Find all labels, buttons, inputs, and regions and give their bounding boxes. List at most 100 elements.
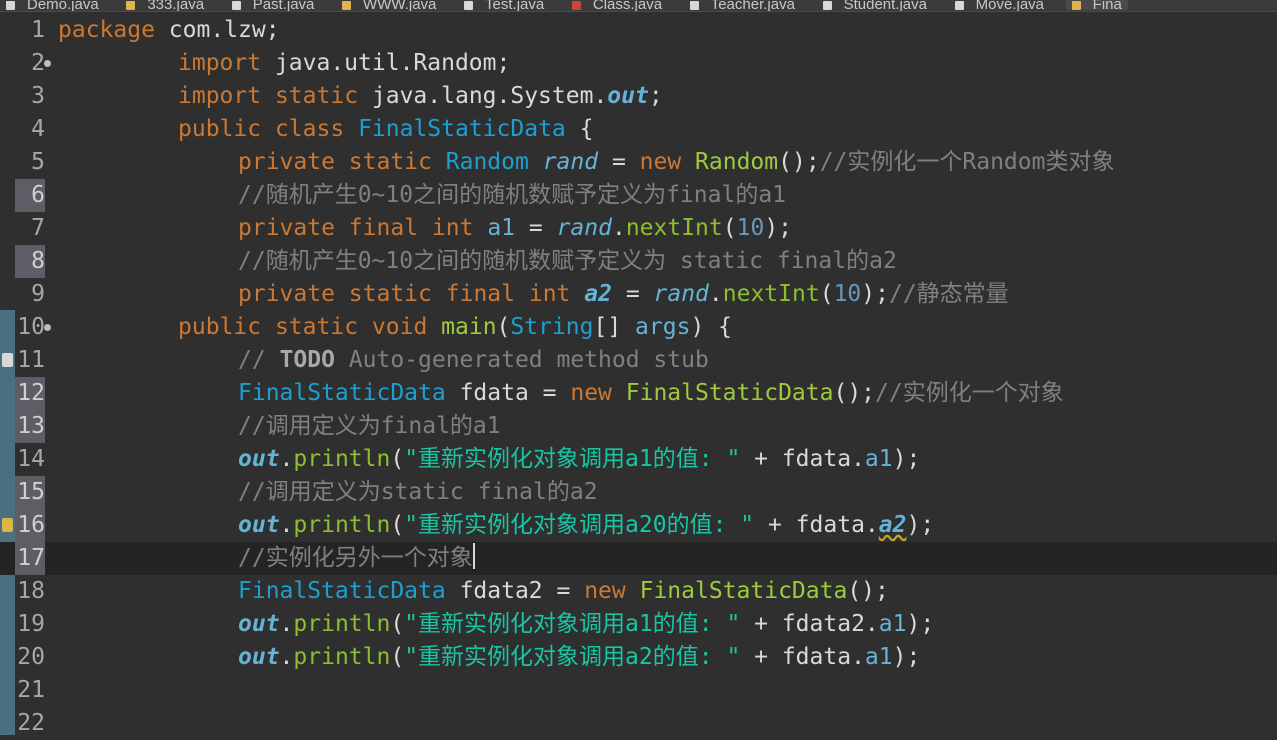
tab-finalstaticdata-java[interactable]: Fina xyxy=(1065,0,1128,11)
keyword: import xyxy=(178,83,262,109)
tab-student-java[interactable]: Student.java xyxy=(817,0,933,11)
code-line[interactable]: 22 xyxy=(0,707,1277,740)
java-file-icon xyxy=(126,1,136,10)
code-line[interactable]: 21 xyxy=(0,674,1277,707)
code-text[interactable]: private static Random rand = new Random(… xyxy=(238,146,1114,179)
code-text[interactable]: private final int a1 = rand.nextInt(10); xyxy=(238,212,792,245)
string-literal: "重新实例化对象调用a2的值: " xyxy=(404,644,741,670)
constructor-name: Random xyxy=(695,149,779,175)
tab-demo-java[interactable]: Demo.java xyxy=(0,0,105,11)
code-line[interactable]: 4 public class FinalStaticData { xyxy=(0,113,1277,146)
code-token: fdata2 = xyxy=(445,578,585,604)
code-line[interactable]: 8 //随机产生0~10之间的随机数赋予定义为 static final的a2 xyxy=(0,245,1277,278)
tab-move-java[interactable]: Move.java xyxy=(949,0,1050,11)
code-token: . xyxy=(279,446,294,472)
number-literal: 10 xyxy=(736,215,765,241)
keyword: final xyxy=(445,281,515,307)
code-text[interactable]: // TODO Auto-generated method stub xyxy=(238,344,709,377)
current-code-line[interactable]: 17 //实例化另外一个对象 xyxy=(0,542,1277,575)
text-cursor xyxy=(472,543,475,569)
code-line[interactable]: 1 package com.lzw; xyxy=(0,14,1277,47)
code-text[interactable]: public static void main(String[] args) { xyxy=(178,311,732,344)
code-line[interactable]: 9 private static final int a2 = rand.nex… xyxy=(0,278,1277,311)
java-file-icon xyxy=(822,1,832,10)
code-line[interactable]: 6 //随机产生0~10之间的随机数赋予定义为final的a1 xyxy=(0,179,1277,212)
code-line[interactable]: 12 FinalStaticData fdata = new FinalStat… xyxy=(0,377,1277,410)
tab-test-java[interactable]: Test.java xyxy=(458,0,550,11)
tab-www-java[interactable]: WWW.java xyxy=(336,0,442,11)
code-line[interactable]: 15 //调用定义为static final的a2 xyxy=(0,476,1277,509)
keyword: import xyxy=(178,50,262,76)
code-editor[interactable]: 1 package com.lzw; 2 import java.util.Ra… xyxy=(0,12,1277,736)
static-field-warning: a2 xyxy=(878,512,907,538)
code-token: . xyxy=(279,611,294,637)
field-name: rand xyxy=(556,215,612,241)
code-line[interactable]: 14 out.println("重新实例化对象调用a1的值: " + fdata… xyxy=(0,443,1277,476)
code-token: = xyxy=(611,281,654,307)
code-text[interactable]: //调用定义为final的a1 xyxy=(238,410,501,443)
code-text[interactable]: //调用定义为static final的a2 xyxy=(238,476,598,509)
code-line[interactable]: 5 private static Random rand = new Rando… xyxy=(0,146,1277,179)
code-line[interactable]: 18 FinalStaticData fdata2 = new FinalSta… xyxy=(0,575,1277,608)
field-name: a1 xyxy=(864,446,893,472)
comment: // xyxy=(238,347,280,373)
keyword: new xyxy=(570,380,612,406)
fold-toggle-icon[interactable] xyxy=(44,60,51,67)
comment: //静态常量 xyxy=(888,281,1009,307)
keyword: private xyxy=(238,215,335,241)
code-line[interactable]: 11 // TODO Auto-generated method stub xyxy=(0,344,1277,377)
tab-label: Teacher.java xyxy=(710,0,795,12)
code-text[interactable]: out.println("重新实例化对象调用a20的值: " + fdata.a… xyxy=(238,509,934,542)
code-line[interactable]: 7 private final int a1 = rand.nextInt(10… xyxy=(0,212,1277,245)
code-token: fdata = xyxy=(445,380,571,406)
code-token: ); xyxy=(764,215,793,241)
code-text[interactable]: import java.util.Random; xyxy=(178,47,510,80)
class-name: Random xyxy=(445,149,529,175)
code-line[interactable]: 20 out.println("重新实例化对象调用a2的值: " + fdata… xyxy=(0,641,1277,674)
line-number: 7 xyxy=(31,215,45,241)
line-number: 12 xyxy=(15,377,45,410)
warning-marker-icon[interactable] xyxy=(2,518,13,532)
field-name: a1 xyxy=(487,215,516,241)
code-text[interactable]: FinalStaticData fdata = new FinalStaticD… xyxy=(238,377,1064,410)
code-text[interactable]: FinalStaticData fdata2 = new FinalStatic… xyxy=(238,575,889,608)
code-text[interactable]: //随机产生0~10之间的随机数赋予定义为final的a1 xyxy=(238,179,786,212)
code-text[interactable]: import static java.lang.System.out; xyxy=(178,80,663,113)
code-text[interactable]: //随机产生0~10之间的随机数赋予定义为 static final的a2 xyxy=(238,245,897,278)
code-text[interactable]: public class FinalStaticData { xyxy=(178,113,593,146)
code-line[interactable]: 19 out.println("重新实例化对象调用a1的值: " + fdata… xyxy=(0,608,1277,641)
code-text[interactable]: out.println("重新实例化对象调用a1的值: " + fdata.a1… xyxy=(238,443,920,476)
comment: //随机产生0~10之间的随机数赋予定义为 static final的a2 xyxy=(238,248,897,274)
code-line[interactable]: 10 public static void main(String[] args… xyxy=(0,311,1277,344)
code-token: ( xyxy=(390,644,405,670)
class-name: String xyxy=(510,314,594,340)
comment: //调用定义为static final的a2 xyxy=(238,479,598,505)
code-text[interactable]: //实例化另外一个对象 xyxy=(238,542,475,575)
task-marker-icon[interactable] xyxy=(2,353,13,367)
line-number: 13 xyxy=(15,410,45,443)
code-line[interactable]: 13 //调用定义为final的a1 xyxy=(0,410,1277,443)
code-token: . xyxy=(279,512,294,538)
tab-333-java[interactable]: 333.java xyxy=(120,0,210,11)
method-name: println xyxy=(293,644,391,670)
keyword: public xyxy=(178,116,262,142)
code-token: . xyxy=(611,215,626,241)
code-token: ) { xyxy=(690,314,732,340)
code-token: ( xyxy=(390,446,405,472)
field-name: a1 xyxy=(864,644,893,670)
code-text[interactable]: out.println("重新实例化对象调用a2的值: " + fdata.a1… xyxy=(238,641,920,674)
java-file-icon xyxy=(464,1,474,10)
code-line[interactable]: 3 import static java.lang.System.out; xyxy=(0,80,1277,113)
number-literal: 10 xyxy=(833,281,862,307)
code-text[interactable]: package com.lzw; xyxy=(58,14,280,47)
java-file-icon xyxy=(689,1,699,10)
method-name: nextInt xyxy=(625,215,723,241)
fold-toggle-icon[interactable] xyxy=(44,324,51,331)
code-text[interactable]: private static final int a2 = rand.nextI… xyxy=(238,278,1009,311)
tab-past-java[interactable]: Past.java xyxy=(226,0,321,11)
tab-teacher-java[interactable]: Teacher.java xyxy=(684,0,801,12)
code-text[interactable]: out.println("重新实例化对象调用a1的值: " + fdata2.a… xyxy=(238,608,934,641)
tab-class-java[interactable]: Class.java xyxy=(566,0,668,11)
code-line[interactable]: 16 out.println("重新实例化对象调用a20的值: " + fdat… xyxy=(0,509,1277,542)
code-line[interactable]: 2 import java.util.Random; xyxy=(0,47,1277,80)
